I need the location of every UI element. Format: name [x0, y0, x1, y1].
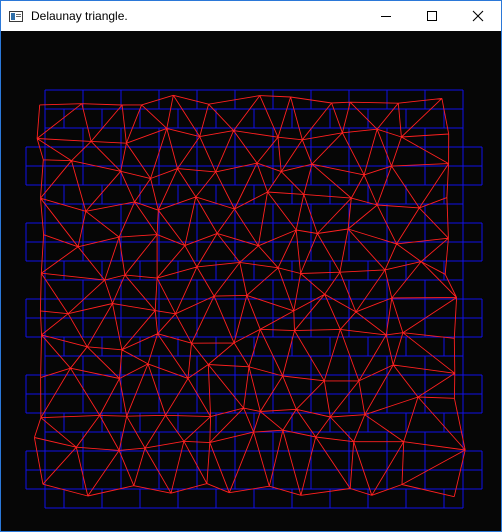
minimize-icon [381, 16, 391, 17]
triangulation-layer [33, 94, 466, 498]
app-window-icon [9, 9, 23, 22]
grid-lines [25, 89, 483, 509]
title-bar[interactable]: Delaunay triangle. [1, 1, 501, 31]
minimize-button[interactable] [363, 1, 409, 31]
triangle-edges [33, 94, 466, 498]
grid-layer [25, 89, 483, 509]
close-icon [472, 10, 484, 22]
drawing-canvas[interactable] [1, 31, 501, 531]
close-button[interactable] [455, 1, 501, 31]
maximize-button[interactable] [409, 1, 455, 31]
delaunay-render [25, 89, 483, 509]
maximize-icon [427, 11, 437, 21]
app-window: Delaunay triangle. [0, 0, 502, 532]
window-title: Delaunay triangle. [31, 9, 128, 23]
